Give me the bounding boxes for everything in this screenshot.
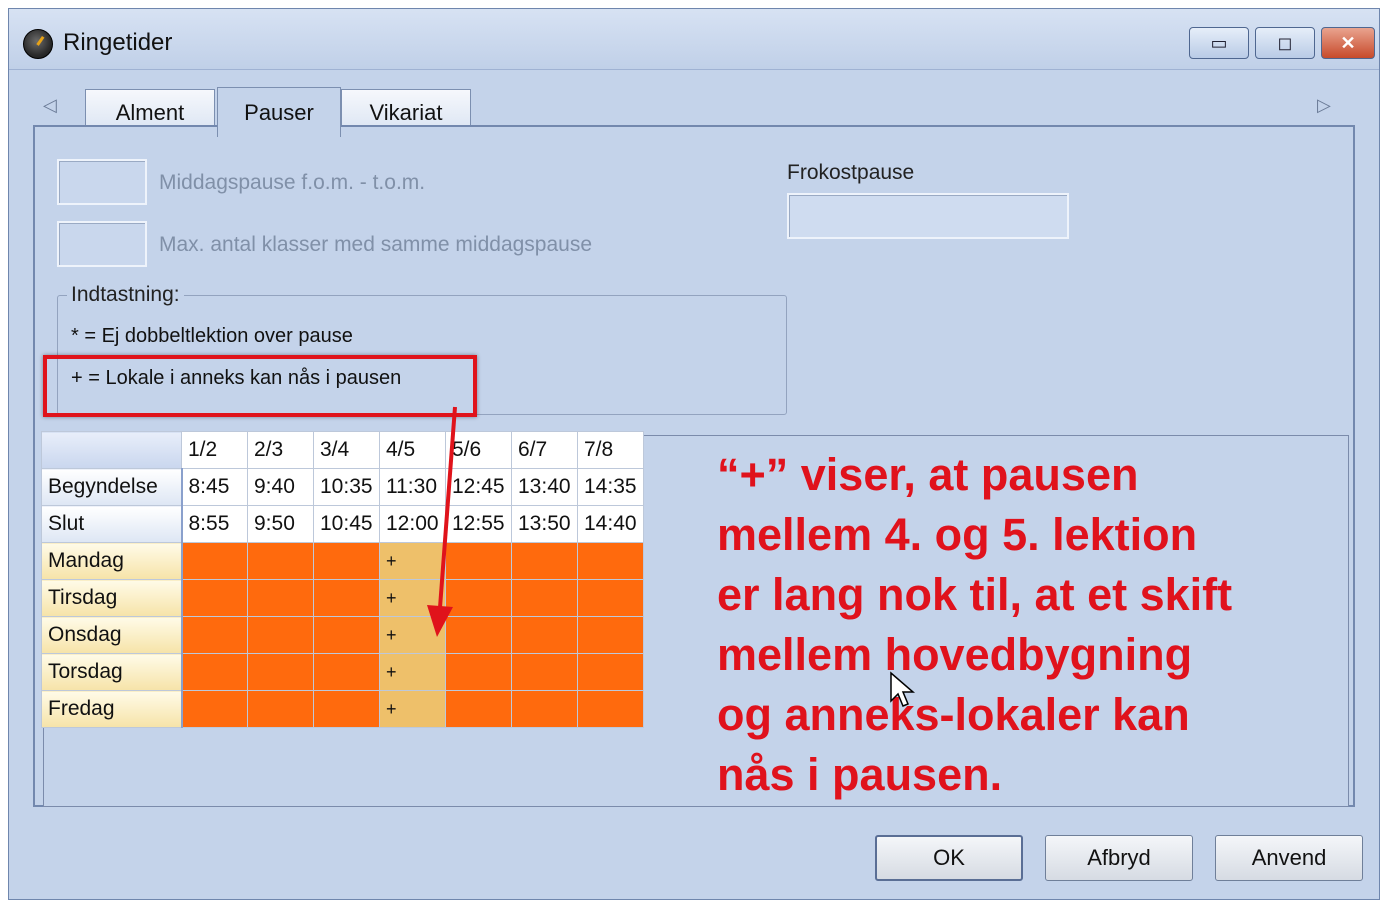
lunch-pause-label: Frokostpause: [787, 161, 915, 184]
row-header-mandag: Mandag: [41, 542, 183, 580]
annex-break-cell[interactable]: +: [379, 653, 446, 691]
end-time-cell[interactable]: 8:55: [181, 505, 248, 543]
day-row: Mandag +: [41, 542, 644, 580]
mouse-cursor-icon: [890, 671, 916, 707]
break-cell[interactable]: [313, 690, 380, 728]
column-header: 3/4: [313, 431, 380, 469]
close-button[interactable]: ✕: [1321, 27, 1375, 59]
annex-break-cell[interactable]: +: [379, 579, 446, 617]
day-row: Fredag +: [41, 690, 644, 728]
day-row: Tirsdag +: [41, 579, 644, 617]
grid-header-row: 1/2 2/3 3/4 4/5 5/6 6/7 7/8: [41, 431, 644, 469]
title-bar: Ringetider ▭ ◻ ✕: [9, 9, 1379, 70]
day-row: Onsdag +: [41, 616, 644, 654]
end-time-row: Slut 8:55 9:50 10:45 12:00 12:55 13:50 1…: [41, 505, 644, 543]
legend-no-double-lesson: * = Ej dobbeltlektion over pause: [71, 325, 353, 347]
break-cell[interactable]: [313, 653, 380, 691]
break-cell[interactable]: [577, 579, 644, 617]
day-row: Torsdag +: [41, 653, 644, 691]
start-time-row: Begyndelse 8:45 9:40 10:35 11:30 12:45 1…: [41, 468, 644, 506]
break-cell[interactable]: [247, 690, 314, 728]
max-classes-field[interactable]: [57, 221, 147, 267]
break-cell[interactable]: [181, 690, 248, 728]
clock-app-icon: [23, 29, 53, 59]
annex-break-cell[interactable]: +: [379, 616, 446, 654]
end-time-cell[interactable]: 12:55: [445, 505, 512, 543]
start-time-cell[interactable]: 9:40: [247, 468, 314, 506]
break-cell[interactable]: [577, 653, 644, 691]
end-time-cell[interactable]: 13:50: [511, 505, 578, 543]
row-header-fredag: Fredag: [41, 690, 183, 728]
ok-button[interactable]: OK: [875, 835, 1023, 881]
end-time-cell[interactable]: 10:45: [313, 505, 380, 543]
break-cell[interactable]: [247, 542, 314, 580]
row-header-onsdag: Onsdag: [41, 616, 183, 654]
start-time-cell[interactable]: 10:35: [313, 468, 380, 506]
break-cell[interactable]: [445, 616, 512, 654]
ringetider-dialog: Ringetider ▭ ◻ ✕ ◁ ▷ Alment Pauser Vikar…: [8, 8, 1380, 900]
tab-scroll-left-icon[interactable]: ◁: [43, 95, 57, 116]
cancel-button[interactable]: Afbryd: [1045, 835, 1193, 881]
break-cell[interactable]: [247, 653, 314, 691]
break-cell[interactable]: [511, 690, 578, 728]
input-legend-title: Indtastning:: [67, 283, 184, 307]
start-time-cell[interactable]: 12:45: [445, 468, 512, 506]
midday-pause-label: Middagspause f.o.m. - t.o.m.: [159, 171, 426, 194]
break-cell[interactable]: [181, 616, 248, 654]
end-time-cell[interactable]: 14:40: [577, 505, 644, 543]
midday-pause-field[interactable]: [57, 159, 147, 205]
row-header-torsdag: Torsdag: [41, 653, 183, 691]
break-cell[interactable]: [445, 579, 512, 617]
annotation-text: “+” viser, at pausen mellem 4. og 5. lek…: [717, 449, 1233, 800]
break-cell[interactable]: [181, 579, 248, 617]
start-time-cell[interactable]: 8:45: [181, 468, 248, 506]
break-cell[interactable]: [313, 579, 380, 617]
start-time-cell[interactable]: 14:35: [577, 468, 644, 506]
start-time-cell[interactable]: 13:40: [511, 468, 578, 506]
break-cell[interactable]: [313, 542, 380, 580]
row-header-tirsdag: Tirsdag: [41, 579, 183, 617]
tab-scroll-right-icon[interactable]: ▷: [1317, 95, 1331, 116]
break-cell[interactable]: [511, 616, 578, 654]
break-cell[interactable]: [511, 542, 578, 580]
highlight-box: [43, 355, 477, 417]
break-cell[interactable]: [577, 616, 644, 654]
window-title: Ringetider: [63, 29, 173, 56]
row-header-start: Begyndelse: [41, 468, 183, 506]
break-cell[interactable]: [181, 542, 248, 580]
tab-pauser[interactable]: Pauser: [217, 87, 341, 137]
break-cell[interactable]: [445, 653, 512, 691]
break-cell[interactable]: [247, 616, 314, 654]
break-cell[interactable]: [577, 542, 644, 580]
break-cell[interactable]: [313, 616, 380, 654]
break-cell[interactable]: [445, 542, 512, 580]
annex-break-cell[interactable]: +: [379, 690, 446, 728]
max-classes-label: Max. antal klasser med samme middagspaus…: [159, 233, 593, 256]
column-header: 7/8: [577, 431, 644, 469]
column-header: 2/3: [247, 431, 314, 469]
apply-button[interactable]: Anvend: [1215, 835, 1363, 881]
column-header: 6/7: [511, 431, 578, 469]
break-cell[interactable]: [181, 653, 248, 691]
break-cell[interactable]: [577, 690, 644, 728]
column-header: 4/5: [379, 431, 446, 469]
break-cell[interactable]: [247, 579, 314, 617]
row-header-end: Slut: [41, 505, 183, 543]
column-header: 5/6: [445, 431, 512, 469]
end-time-cell[interactable]: 9:50: [247, 505, 314, 543]
break-schedule-grid: 1/2 2/3 3/4 4/5 5/6 6/7 7/8 Begyndelse 8…: [41, 431, 644, 728]
end-time-cell[interactable]: 12:00: [379, 505, 446, 543]
maximize-button[interactable]: ◻: [1255, 27, 1315, 59]
annex-break-cell[interactable]: +: [379, 542, 446, 580]
minimize-button[interactable]: ▭: [1189, 27, 1249, 59]
grid-corner-cell: [41, 431, 182, 469]
column-header: 1/2: [181, 431, 248, 469]
lunch-pause-field[interactable]: [787, 193, 1069, 239]
break-cell[interactable]: [445, 690, 512, 728]
break-cell[interactable]: [511, 579, 578, 617]
start-time-cell[interactable]: 11:30: [379, 468, 446, 506]
break-cell[interactable]: [511, 653, 578, 691]
